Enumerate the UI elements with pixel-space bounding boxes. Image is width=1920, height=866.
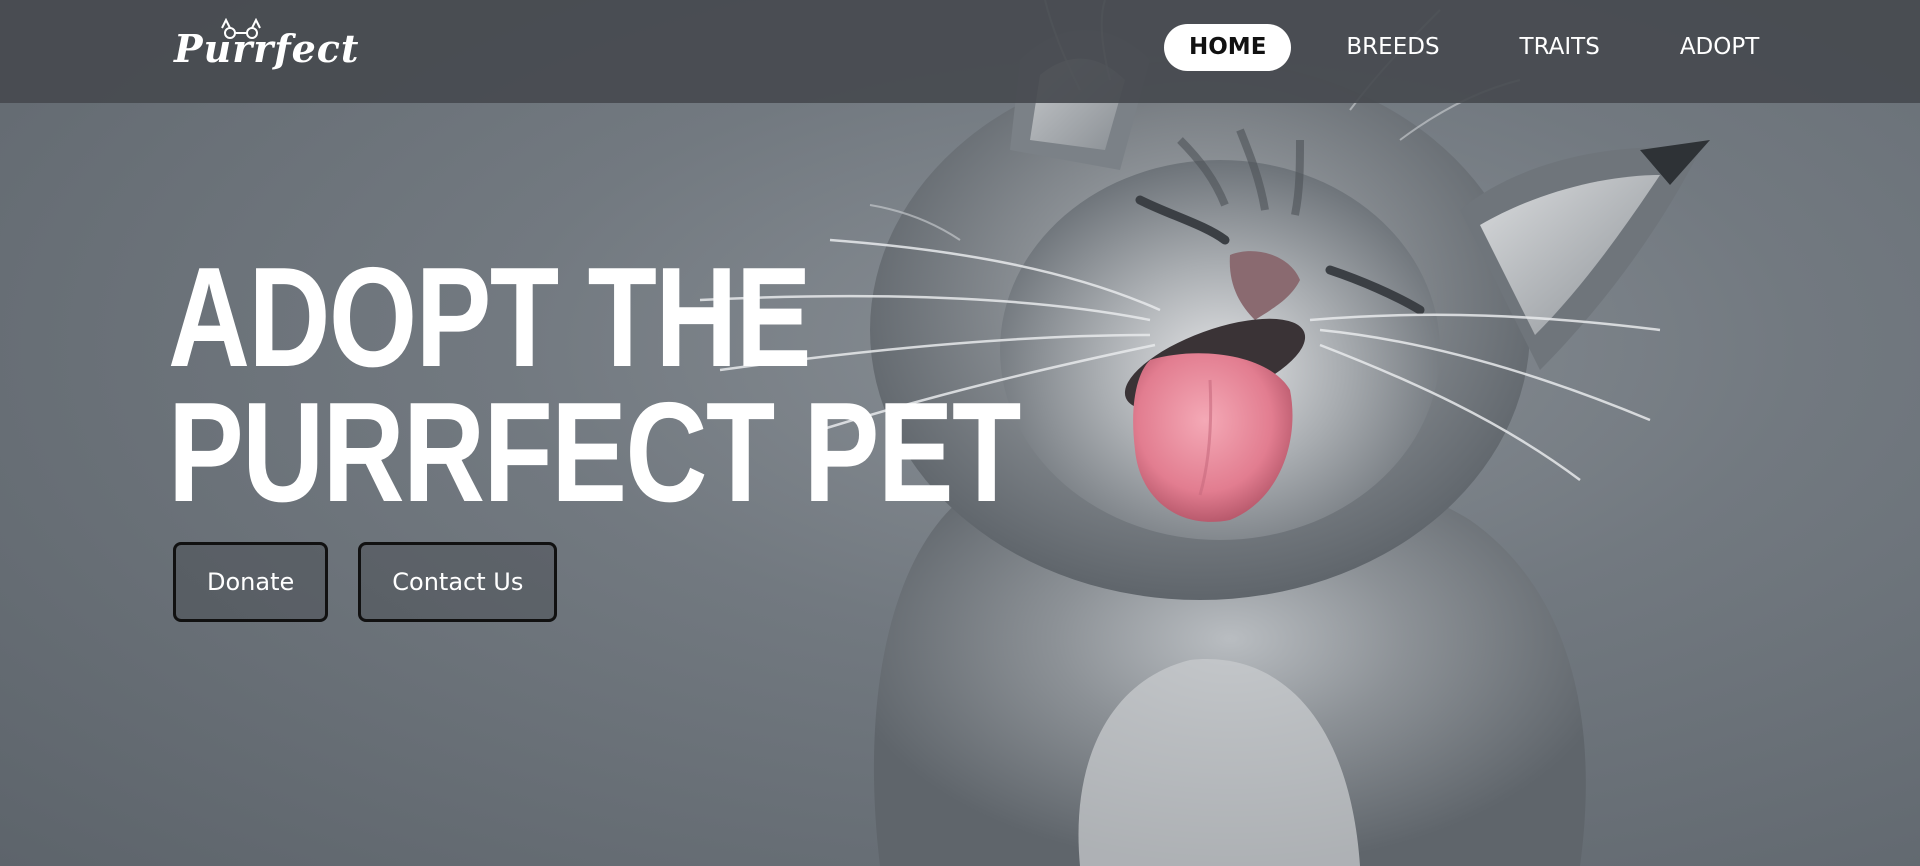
nav-adopt[interactable]: ADOPT — [1655, 24, 1784, 71]
hero-cta-group: Donate Contact Us — [173, 542, 587, 622]
top-navigation-bar: Purrfect HOME BREEDS TRAITS ADOPT — [0, 0, 1920, 103]
hero-headline-line-2: PURRFECT PET — [168, 373, 1021, 532]
donate-button[interactable]: Donate — [173, 542, 329, 622]
nav-home[interactable]: HOME — [1164, 24, 1292, 71]
landing-page: Purrfect HOME BREEDS TRAITS ADOPT ADOPT … — [0, 0, 1920, 866]
nav-breeds[interactable]: BREEDS — [1321, 24, 1464, 71]
contact-us-button[interactable]: Contact Us — [358, 542, 558, 622]
hero-headline: ADOPT THE PURRFECT PET — [168, 238, 1021, 532]
main-nav: HOME BREEDS TRAITS ADOPT — [1164, 24, 1814, 71]
nav-traits[interactable]: TRAITS — [1495, 24, 1625, 71]
hero-headline-line-1: ADOPT THE — [168, 238, 812, 397]
brand-logo[interactable]: Purrfect — [174, 18, 358, 74]
logo-text: Purrfect — [174, 26, 360, 71]
